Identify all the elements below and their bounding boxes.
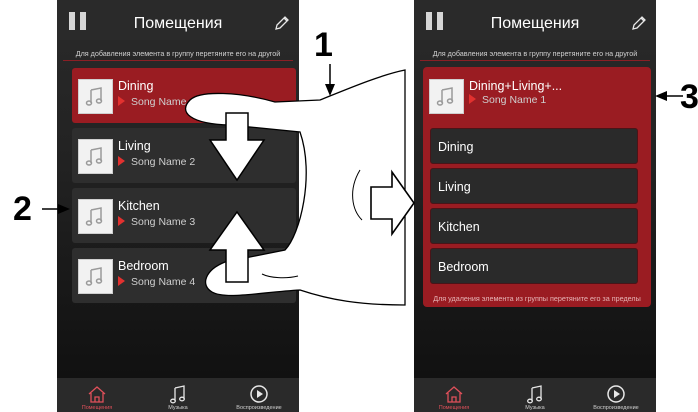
callout-2-arrowhead [58,204,70,214]
callout-2: 2 [13,190,32,228]
callout-3-arrowhead [655,91,667,101]
callout-1: 1 [314,26,333,64]
callout-3: 3 [680,78,698,116]
instruction-overlay [42,64,683,306]
